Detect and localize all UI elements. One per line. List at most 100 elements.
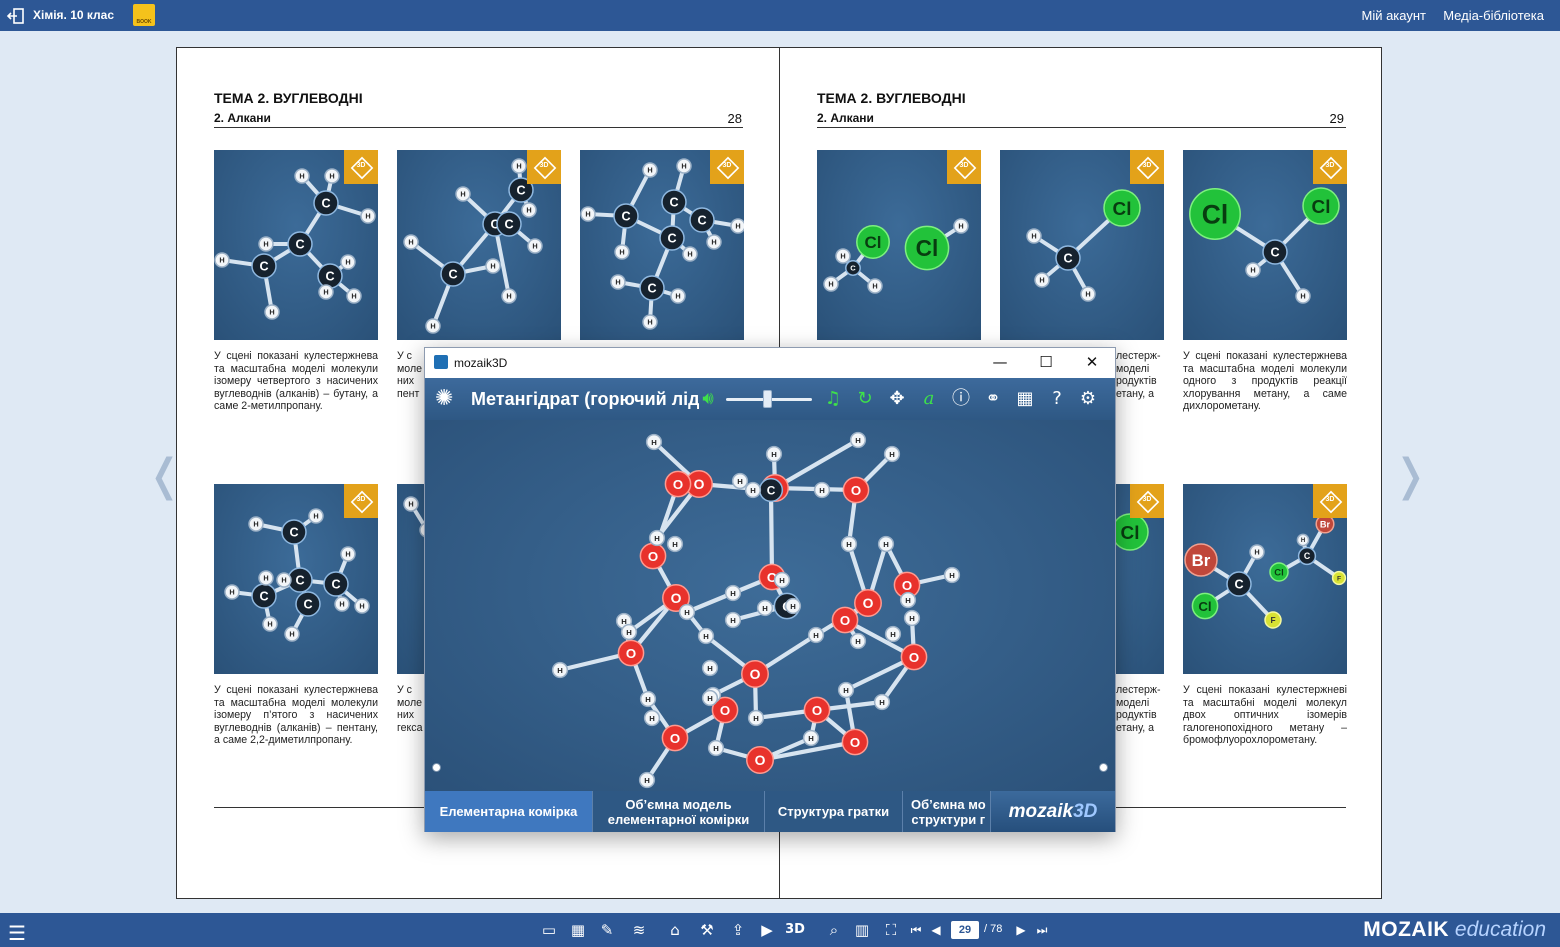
molecule-thumbnail[interactable]: Cl Cl C H H 3D: [1183, 150, 1347, 340]
molecule-thumbnail[interactable]: CCCCCHHHHHHHHHH 3D: [214, 484, 378, 674]
minimize-icon[interactable]: —: [983, 353, 1017, 373]
svg-text:H: H: [263, 574, 268, 583]
svg-text:O: O: [694, 476, 705, 492]
move-icon[interactable]: ✥: [885, 387, 909, 411]
3d-badge-icon[interactable]: 3D: [710, 150, 744, 184]
prev-page-icon[interactable]: ◀: [925, 920, 947, 940]
book-icon[interactable]: BOOK: [133, 4, 155, 26]
svg-text:H: H: [1250, 266, 1255, 275]
next-page-icon[interactable]: ▶: [1010, 920, 1032, 940]
my-account-link[interactable]: Мій акаунт: [1361, 8, 1426, 23]
atom-h: H: [884, 625, 902, 643]
3d-badge-icon[interactable]: 3D: [1130, 150, 1164, 184]
tools-icon[interactable]: ⚒: [696, 920, 718, 940]
molecule-thumbnail[interactable]: CCCCHHHHHHHHH 3D: [214, 150, 378, 340]
3d-badge-label: 3D: [356, 162, 366, 169]
atom-h: H: [1245, 262, 1261, 278]
3d-badge-icon[interactable]: 3D: [947, 150, 981, 184]
3d-badge-icon[interactable]: 3D: [344, 484, 378, 518]
close-icon[interactable]: ✕: [1075, 353, 1109, 373]
loading-spinner-icon: ✺: [435, 386, 454, 411]
presentation-icon[interactable]: ▭: [538, 920, 560, 940]
svg-text:C: C: [667, 232, 676, 246]
atom-h: H: [638, 771, 656, 789]
scene-corner-handle[interactable]: [432, 763, 441, 772]
info-icon[interactable]: ⓘ: [949, 387, 973, 411]
atom-h: H: [580, 206, 596, 222]
svg-text:O: O: [902, 578, 912, 593]
3d-badge-icon[interactable]: 3D: [1313, 150, 1347, 184]
mozaik3d-window[interactable]: mozaik3D — ☐ ✕ ✺ Метангідрат (горючий лі…: [424, 347, 1116, 832]
3d-badge-label: 3D: [539, 162, 549, 169]
svg-text:H: H: [846, 540, 852, 549]
notes-icon[interactable]: ✎: [596, 920, 618, 940]
tab-lattice-volume-model[interactable]: Об’ємна мо структури г: [903, 791, 991, 832]
scene-corner-handle[interactable]: [1099, 763, 1108, 772]
settings-gear-icon[interactable]: ⚙: [1076, 387, 1100, 411]
3d-badge-icon[interactable]: 3D: [1130, 484, 1164, 518]
atom-c: C: [845, 260, 861, 276]
atom-h: H: [403, 496, 419, 512]
labels-icon[interactable]: a: [917, 387, 941, 411]
tab-lattice-structure[interactable]: Структура гратки: [765, 791, 903, 832]
media-library-link[interactable]: Медіа-бібліотека: [1443, 8, 1544, 23]
svg-text:H: H: [883, 540, 889, 549]
volume-slider-handle[interactable]: [763, 390, 772, 408]
3d-badge-icon[interactable]: 3D: [344, 150, 378, 184]
svg-text:O: O: [750, 666, 761, 682]
thumbnail-caption: У сцені показані кулестерж­нева та масшт…: [214, 684, 378, 746]
3d-toggle-icon[interactable]: 3D: [784, 920, 806, 940]
help-icon[interactable]: ?: [1045, 387, 1069, 411]
window-titlebar[interactable]: mozaik3D — ☐ ✕: [425, 348, 1115, 378]
layers-icon[interactable]: ≋: [628, 920, 650, 940]
link-icon[interactable]: ⚭: [981, 387, 1005, 411]
molecule-thumbnail[interactable]: CCCCHHHHHHHH 3D: [397, 150, 561, 340]
upload-icon[interactable]: ⇪: [727, 920, 749, 940]
atom-h: H: [670, 288, 686, 304]
page-number-input[interactable]: 29: [951, 921, 979, 939]
atom-br: Br: [1184, 543, 1218, 577]
logout-icon[interactable]: [6, 6, 26, 26]
atom-h: H: [258, 570, 274, 586]
atom-h: H: [308, 508, 324, 524]
tab-unit-cell-volume-model[interactable]: Об’ємна модель елементарної комірки: [593, 791, 765, 832]
svg-text:H: H: [808, 734, 814, 743]
fit-screen-icon[interactable]: ⛶: [880, 920, 902, 940]
svg-text:O: O: [673, 477, 683, 492]
last-page-icon[interactable]: ⏭: [1031, 920, 1053, 940]
first-page-icon[interactable]: ⏮: [905, 920, 927, 940]
music-icon[interactable]: ♫: [821, 387, 845, 411]
atom-h: H: [730, 218, 744, 234]
atom-h: H: [642, 314, 658, 330]
two-page-view-icon[interactable]: ▥: [851, 920, 873, 940]
atom-c: C: [758, 477, 784, 503]
methane-hydrate-cage-model[interactable]: OOOCOOOOOOOOOOOOOOOCHHHHHHHHHHHHHHHHHHHH…: [425, 420, 1115, 791]
3d-badge-icon[interactable]: 3D: [527, 150, 561, 184]
svg-text:H: H: [647, 166, 652, 175]
next-page-arrow[interactable]: ❭: [1392, 450, 1429, 501]
rotate-icon[interactable]: ↻: [853, 387, 877, 411]
svg-text:H: H: [585, 210, 590, 219]
grid-menu-icon[interactable]: ▦: [1013, 387, 1037, 411]
atom-h: H: [849, 431, 867, 449]
tab-unit-cell[interactable]: Елементарна комірка: [425, 791, 593, 832]
3d-badge-icon[interactable]: 3D: [1313, 484, 1347, 518]
thumbnails-icon[interactable]: ▦: [567, 920, 589, 940]
svg-text:F: F: [1337, 575, 1341, 582]
svg-text:H: H: [408, 500, 413, 509]
zoom-search-icon[interactable]: ⌕: [823, 920, 845, 940]
molecule-thumbnail[interactable]: Cl C H H H 3D: [1000, 150, 1164, 340]
thumbnail-caption: У с моле них пент: [397, 350, 427, 400]
atom-c: C: [1226, 571, 1252, 597]
atom-f: F: [1264, 611, 1282, 629]
molecule-thumbnail[interactable]: Br C Cl F H C Br Cl F H 3D: [1183, 484, 1347, 674]
volume-icon[interactable]: 🔊︎: [696, 387, 720, 411]
library-icon[interactable]: ⌂: [664, 920, 686, 940]
molecule-thumbnail[interactable]: Cl C Cl H H H H 3D: [817, 150, 981, 340]
play-icon[interactable]: ▶: [756, 920, 778, 940]
3d-scene-viewport[interactable]: OOOCOOOOOOOOOOOOOOOCHHHHHHHHHHHHHHHHHHHH…: [425, 420, 1115, 791]
maximize-icon[interactable]: ☐: [1029, 353, 1063, 373]
menu-hamburger-icon[interactable]: ☰: [8, 921, 26, 946]
molecule-thumbnail[interactable]: CCCCCHHHHHHHHHH 3D: [580, 150, 744, 340]
atom-cl: Cl: [1191, 592, 1219, 620]
